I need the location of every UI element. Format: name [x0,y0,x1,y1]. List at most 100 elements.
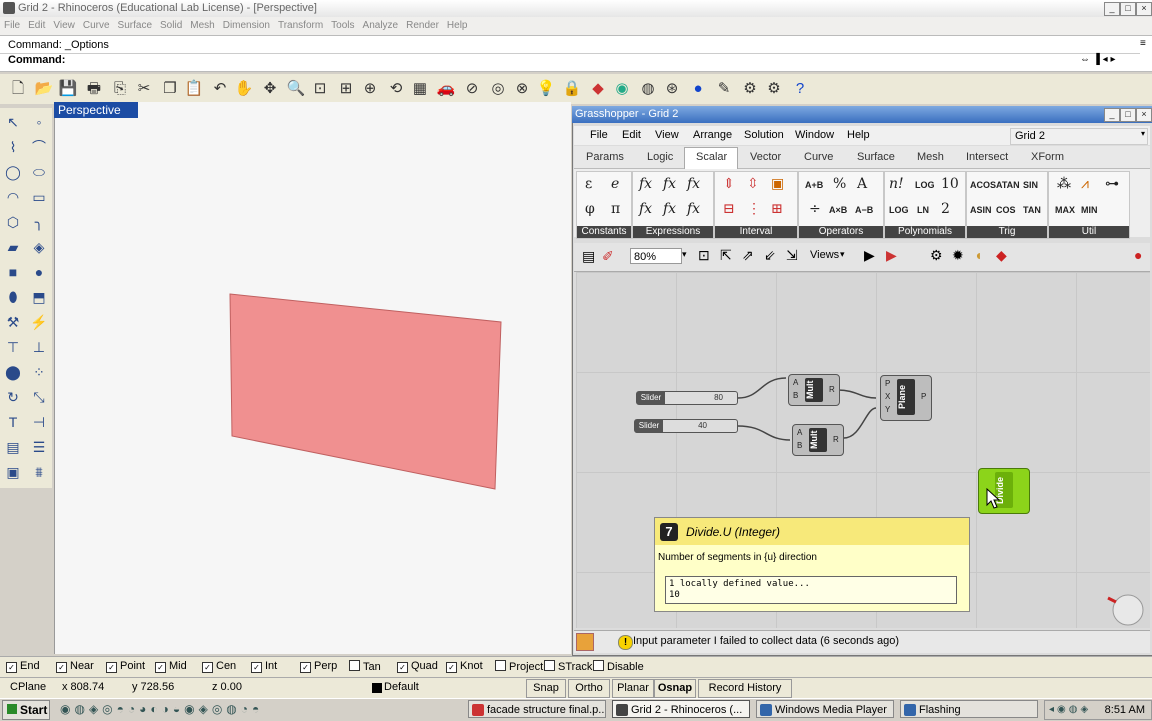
output-r[interactable]: R [833,435,839,444]
zoom-level[interactable]: 80% [630,248,682,264]
point-icon[interactable]: ◦ [28,111,50,133]
save-icon[interactable]: 💾 [58,79,78,99]
paste-icon[interactable]: 📋 [184,79,204,99]
rss-icon[interactable] [576,633,594,651]
graph-mapper-icon[interactable]: ⁂ [1057,176,1071,192]
interval-divide-icon[interactable]: ⋮ [747,201,761,217]
menu-edit[interactable]: Edit [24,17,49,35]
rotate-icon[interactable]: ↻ [2,386,24,408]
copy-icon[interactable]: ❐ [160,79,180,99]
plane-component[interactable]: P X Y Plane P [880,375,932,421]
menu-view[interactable]: View [49,17,79,35]
output-r[interactable]: R [829,385,835,394]
align-se-icon[interactable]: ⇲ [786,247,798,264]
asin-icon[interactable]: ASIN [970,205,992,215]
box-icon[interactable]: ■ [2,261,24,283]
tab-logic[interactable]: Logic [647,151,673,163]
zoom-extents-icon[interactable]: ⊞ [336,79,356,99]
text-icon[interactable]: T [2,411,24,433]
new-icon[interactable]: 🗋 [8,79,28,99]
input-a[interactable]: A [793,378,798,387]
max-icon[interactable]: MAX [1055,205,1075,215]
quick-launch-icons[interactable]: ◉◍◈◎◓◔◕◐◑◒◉◈◎◍◔◓ [60,702,460,718]
osnap-knot[interactable]: ✓ Knot [446,660,483,673]
osnap-button[interactable]: Osnap [654,679,696,698]
car-icon[interactable]: 🚗 [436,79,456,99]
checkbox-icon[interactable] [593,660,604,671]
tab-vector[interactable]: Vector [750,151,781,163]
task-pdf[interactable]: facade structure final.p... [468,700,606,718]
input-y[interactable]: Y [885,405,890,414]
atan-icon[interactable]: ATAN [996,180,1020,190]
osnap-tan[interactable]: Tan [349,660,381,673]
checkbox-icon[interactable]: ✓ [56,662,67,673]
scale-icon[interactable]: ⤡ [28,386,50,408]
log-n-icon[interactable]: LOG [889,205,909,215]
ortho-button[interactable]: Ortho [568,679,610,698]
tab-xform[interactable]: XForm [1031,151,1064,163]
target-icon[interactable]: ◎ [488,79,508,99]
phi-icon[interactable]: φ [585,201,595,217]
minimize-button[interactable]: _ [1104,2,1120,16]
document-icon[interactable]: ▤ [582,248,595,265]
osnap-cen[interactable]: ✓ Cen [202,660,236,673]
help-icon[interactable]: ? [790,79,810,99]
tab-params[interactable]: Params [586,151,624,163]
render-icon[interactable]: ▣ [2,461,24,483]
menu-dimension[interactable]: Dimension [219,17,274,35]
expression-icon[interactable]: fx [687,176,700,192]
command-scroll-icon[interactable]: ≡ [1140,38,1146,49]
power-two-icon[interactable]: 2 [941,201,950,217]
checkbox-icon[interactable]: ✓ [202,662,213,673]
align-ne-icon[interactable]: ⇗ [742,247,754,264]
undo-icon[interactable]: ↶ [210,79,230,99]
menu-solid[interactable]: Solid [156,17,186,35]
log-icon[interactable]: LOG [915,180,935,190]
pencil-icon[interactable]: ✎ [714,79,734,99]
osnap-quad[interactable]: ✓ Quad [397,660,438,673]
print-icon[interactable]: 🖶 [84,79,104,99]
preview-icon[interactable]: ▶ [886,247,897,264]
gh-maximize-button[interactable]: □ [1120,108,1136,122]
task-flashing[interactable]: Flashing [900,700,1038,718]
current-layer[interactable]: Default [384,681,419,693]
osnap-disable[interactable]: Disable [593,660,644,673]
extrude-icon[interactable]: ⬒ [28,286,50,308]
grid-icon[interactable]: ▦ [410,79,430,99]
interval-icon[interactable]: ⇕ [723,176,735,192]
menu-mesh[interactable]: Mesh [186,17,218,35]
input-x[interactable]: X [885,392,890,401]
zoom-icon[interactable]: 🔍 [286,79,306,99]
checkbox-icon[interactable]: ✓ [6,662,17,673]
navigation-compass-icon[interactable] [1102,582,1146,626]
layers-icon[interactable]: ▤ [2,436,24,458]
trim-icon[interactable]: ⚡ [28,311,50,333]
menu-file[interactable]: File [0,17,24,35]
group-icon[interactable]: ⬤ [2,361,24,383]
tab-scalar[interactable]: Scalar [696,151,727,163]
cluster-icon[interactable]: ⚙ [930,247,943,264]
maximize-button[interactable]: □ [1120,2,1136,16]
osnap-int[interactable]: ✓ Int [251,660,277,673]
gh-menu-solution[interactable]: Solution [744,129,784,141]
menu-render[interactable]: Render [402,17,443,35]
expression-icon[interactable]: fx [639,201,652,217]
render-sphere-icon[interactable]: ◍ [638,79,658,99]
osnap-near[interactable]: ✓ Near [56,660,94,673]
gh-menu-help[interactable]: Help [847,129,870,141]
expression-icon[interactable]: fx [687,201,700,217]
menu-help[interactable]: Help [443,17,472,35]
blue-sphere-icon[interactable]: ● [688,79,708,99]
bell-curve-icon[interactable]: ⩘ [1081,176,1089,192]
sketch-icon[interactable]: ✐ [602,248,614,265]
record-history-button[interactable]: Record History [698,679,792,698]
cut-icon[interactable]: ✂ [134,79,154,99]
ellipse-icon[interactable]: ⬭ [28,161,50,183]
tray-icons[interactable]: ◂◉◍◈ [1049,701,1091,719]
surface-icon[interactable]: ▰ [2,236,24,258]
checkbox-icon[interactable]: ✓ [446,662,457,673]
zoom-window-icon[interactable]: ⊡ [310,79,330,99]
align-sw-icon[interactable]: ⇙ [764,247,776,264]
rectangle-icon[interactable]: ▭ [28,186,50,208]
number-slider-1[interactable]: Slider 80 [636,391,738,405]
